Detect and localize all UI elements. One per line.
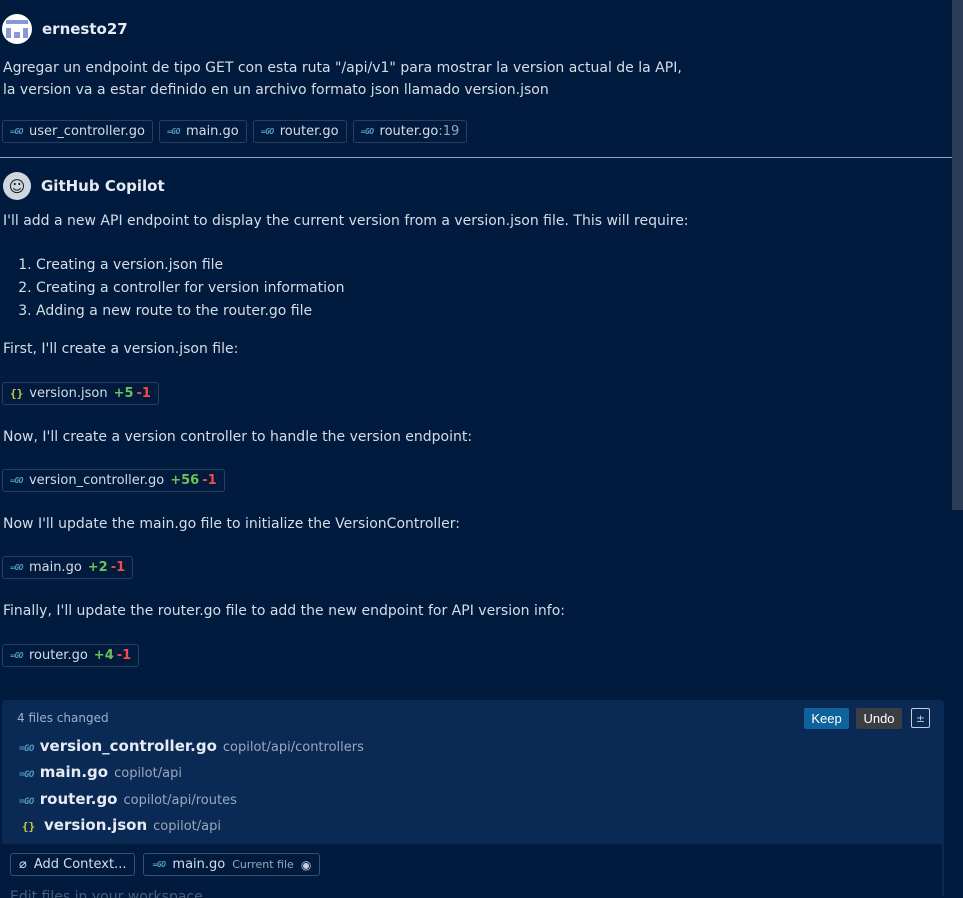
edit-chip-row: =GO version_controller.go +56 -1 [2, 469, 225, 492]
scrollbar[interactable] [952, 0, 963, 510]
list-item: Creating a version.json file [36, 254, 345, 277]
lines-removed: -1 [110, 560, 126, 575]
changed-file-path: copilot/api [114, 766, 182, 781]
file-edit-chip[interactable]: {} version.json +5 -1 [2, 382, 159, 405]
go-file-icon: =GO [10, 476, 23, 485]
go-file-icon: =GO [19, 797, 34, 807]
attachment-chip[interactable]: =GO router.go:19 [352, 120, 468, 143]
go-file-icon: =GO [10, 127, 23, 136]
go-file-icon: =GO [260, 127, 274, 136]
edit-file-name: version_controller.go [28, 473, 165, 488]
user-message-line-1: Agregar un endpoint de tipo GET con esta… [3, 60, 682, 76]
changed-file-name: version.json [44, 816, 148, 834]
current-file-chip[interactable]: =GO main.go Current file ◉ [143, 853, 321, 876]
changed-file-row[interactable]: {} version.json copilot/api [19, 816, 221, 834]
go-file-icon: =GO [360, 127, 374, 136]
go-file-icon: =GO [166, 127, 180, 136]
edit-chip-row: {} version.json +5 -1 [2, 382, 159, 405]
changed-file-row[interactable]: =GO main.go copilot/api [19, 763, 182, 781]
changed-file-row[interactable]: =GO version_controller.go copilot/api/co… [19, 737, 364, 755]
changed-file-row[interactable]: =GO router.go copilot/api/routes [19, 790, 237, 808]
context-row: ⌀ Add Context... =GO main.go Current fil… [10, 853, 321, 876]
user-name: ernesto27 [42, 20, 128, 38]
user-message-header: ernesto27 [2, 14, 128, 44]
current-file-name: main.go [172, 857, 226, 872]
lines-added: +56 [170, 473, 200, 488]
list-item: Creating a controller for version inform… [36, 277, 345, 300]
changed-file-name: router.go [39, 790, 118, 808]
lines-removed: -1 [116, 648, 132, 663]
assistant-paragraph: Finally, I'll update the router.go file … [3, 603, 565, 619]
json-file-icon: {} [10, 387, 24, 400]
paperclip-icon: ⌀ [19, 857, 27, 872]
user-message: ernesto27 Agregar un endpoint de tipo GE… [0, 0, 952, 158]
current-file-tag: Current file [232, 858, 294, 871]
user-message-line-2: la version va a estar definido en un arc… [3, 82, 549, 98]
go-file-icon: =GO [19, 744, 34, 754]
copilot-chat-panel: ernesto27 Agregar un endpoint de tipo GE… [0, 0, 963, 898]
go-file-icon: =GO [19, 770, 34, 780]
user-message-text: Agregar un endpoint de tipo GET con esta… [3, 57, 682, 101]
attachment-chip[interactable]: =GO user_controller.go [2, 120, 153, 143]
view-diff-icon[interactable]: ± [911, 708, 930, 728]
changed-file-path: copilot/api [153, 819, 221, 834]
go-file-icon: =GO [10, 563, 23, 572]
avatar [2, 14, 32, 44]
json-file-icon: {} [21, 820, 36, 833]
lines-removed: -1 [136, 386, 151, 401]
edit-file-name: main.go [28, 560, 82, 575]
go-file-icon: =GO [152, 860, 166, 869]
add-context-label: Add Context... [33, 857, 127, 872]
file-edit-chip[interactable]: =GO main.go +2 -1 [2, 556, 134, 579]
lines-added: +2 [87, 560, 108, 575]
assistant-paragraph: Now, I'll create a version controller to… [3, 429, 473, 445]
file-edit-chip[interactable]: =GO version_controller.go +56 -1 [2, 469, 225, 492]
list-item: Adding a new route to the router.go file [36, 300, 345, 323]
assistant-message-header: ☺ GitHub Copilot [3, 172, 165, 200]
edit-chip-row: =GO router.go +4 -1 [2, 644, 140, 667]
attachment-label: router.go:19 [379, 124, 460, 139]
step-list: Creating a version.json file Creating a … [20, 254, 345, 323]
assistant-paragraph: Now I'll update the main.go file to init… [3, 516, 461, 532]
lines-added: +5 [113, 386, 134, 401]
changed-file-path: copilot/api/controllers [222, 740, 364, 755]
attachment-chip[interactable]: =GO router.go [252, 120, 347, 143]
assistant-paragraph: First, I'll create a version.json file: [3, 341, 239, 357]
keep-button[interactable]: Keep [804, 708, 849, 729]
edit-file-name: router.go [28, 648, 88, 663]
lines-added: +4 [93, 648, 114, 663]
attachment-label: user_controller.go [28, 124, 145, 139]
edit-file-name: version.json [29, 386, 108, 401]
attachment-chip[interactable]: =GO main.go [158, 120, 247, 143]
chat-input[interactable]: Edit files in your workspace [10, 889, 203, 898]
eye-icon[interactable]: ◉ [301, 858, 311, 872]
lines-removed: -1 [202, 473, 217, 488]
attachment-label: main.go [185, 124, 239, 139]
changed-files-title: 4 files changed [17, 711, 109, 725]
changed-file-name: main.go [39, 763, 109, 781]
copilot-avatar-icon: ☺ [3, 172, 31, 200]
edit-chip-row: =GO main.go +2 -1 [2, 556, 134, 579]
changed-file-path: copilot/api/routes [123, 793, 237, 808]
message-divider [0, 157, 963, 158]
file-edit-chip[interactable]: =GO router.go +4 -1 [2, 644, 140, 667]
go-file-icon: =GO [10, 651, 23, 660]
attachment-label: router.go [279, 124, 339, 139]
chat-input-area: ⌀ Add Context... =GO main.go Current fil… [2, 843, 942, 898]
undo-button[interactable]: Undo [856, 708, 902, 729]
assistant-intro: I'll add a new API endpoint to display t… [3, 213, 689, 229]
attachment-line-suffix: :19 [438, 124, 460, 139]
add-context-button[interactable]: ⌀ Add Context... [10, 853, 136, 876]
changed-file-name: version_controller.go [39, 737, 217, 755]
attachment-list: =GO user_controller.go =GO main.go =GO r… [2, 120, 468, 143]
assistant-name: GitHub Copilot [41, 177, 165, 195]
